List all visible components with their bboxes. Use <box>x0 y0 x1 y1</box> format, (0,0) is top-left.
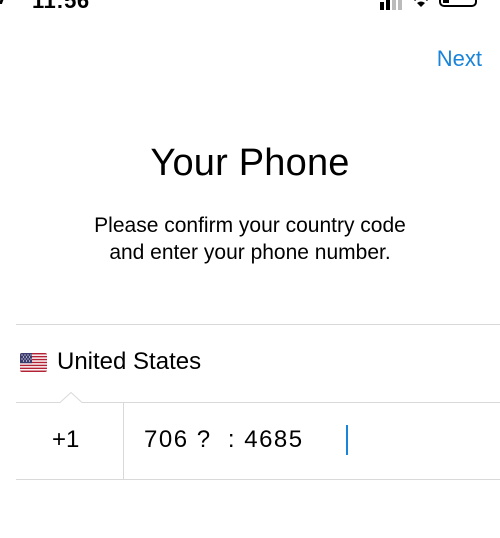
next-button[interactable]: Next <box>437 46 482 72</box>
country-selector[interactable]: United States <box>16 326 500 400</box>
subtitle-line-1: Please confirm your country code <box>94 214 406 237</box>
divider-bottom <box>16 479 500 480</box>
status-time: 11:56 <box>32 0 90 13</box>
wifi-icon <box>414 0 428 7</box>
country-name: United States <box>57 348 202 375</box>
us-flag-icon <box>20 353 47 372</box>
battery-icon <box>439 0 477 7</box>
subtitle-line-2: and enter your phone number. <box>109 241 391 264</box>
page-subtitle: Please confirm your country code and ent… <box>40 212 460 266</box>
country-code-field[interactable]: +1 <box>16 402 123 478</box>
divider-top <box>16 324 500 325</box>
page-title: Your Phone <box>150 142 350 184</box>
phone-number-input[interactable] <box>124 402 500 478</box>
status-bar-mark <box>0 0 5 4</box>
country-code: +1 <box>52 426 80 453</box>
status-icons <box>380 0 477 10</box>
text-cursor <box>346 425 348 455</box>
signal-icon <box>380 0 402 10</box>
